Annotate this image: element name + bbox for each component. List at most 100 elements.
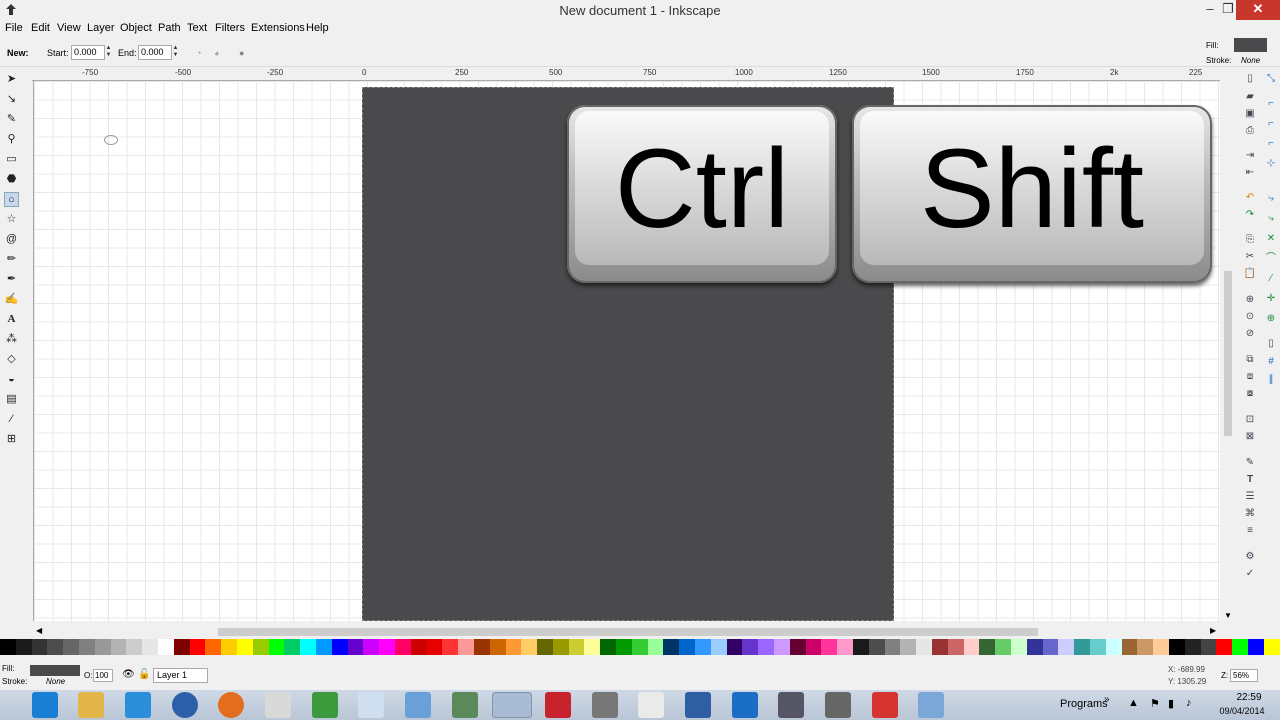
- palette-swatch[interactable]: [252, 639, 269, 655]
- copy-icon[interactable]: ⎘: [1243, 233, 1257, 247]
- palette-swatch[interactable]: [1232, 639, 1248, 655]
- palette-swatch[interactable]: [205, 639, 222, 655]
- palette-swatch[interactable]: [347, 639, 364, 655]
- app-taskbar-icon[interactable]: [918, 692, 944, 718]
- palette-swatch[interactable]: [363, 639, 380, 655]
- palette-swatch[interactable]: [142, 639, 158, 655]
- menu-layer[interactable]: Layer: [87, 22, 115, 34]
- hp-taskbar-icon[interactable]: [172, 692, 198, 718]
- palette-swatch[interactable]: [236, 639, 253, 655]
- menu-help[interactable]: Help: [306, 22, 329, 34]
- clone-icon[interactable]: ⧈: [1243, 370, 1257, 384]
- palette-swatch[interactable]: [1137, 639, 1154, 655]
- palette-swatch[interactable]: [410, 639, 427, 655]
- palette-swatch[interactable]: [552, 639, 569, 655]
- palette-swatch[interactable]: [821, 639, 838, 655]
- shift-key-image[interactable]: Shift: [852, 105, 1212, 283]
- save-icon[interactable]: ▣: [1243, 107, 1257, 121]
- palette-swatch[interactable]: [1184, 639, 1201, 655]
- palette-swatch[interactable]: [379, 639, 395, 655]
- preferences-icon[interactable]: ⚙: [1243, 550, 1257, 564]
- pen-tool-icon[interactable]: ✒: [4, 272, 19, 287]
- snap-line-mid-icon[interactable]: ⁄: [1264, 272, 1278, 286]
- palette-swatch[interactable]: [442, 639, 459, 655]
- hide-layer-icon[interactable]: 👁: [122, 669, 135, 680]
- import-icon[interactable]: ⇥: [1243, 149, 1257, 163]
- palette-swatch[interactable]: [884, 639, 901, 655]
- palette-swatch[interactable]: [315, 639, 332, 655]
- start-input[interactable]: 0.000: [71, 45, 105, 60]
- palette-swatch[interactable]: [584, 639, 601, 655]
- snap-intersection-icon[interactable]: ✕: [1264, 232, 1278, 246]
- palette-swatch[interactable]: [1121, 639, 1138, 655]
- zoom-selection-icon[interactable]: ⊕: [1243, 293, 1257, 307]
- menu-edit[interactable]: Edit: [31, 22, 50, 34]
- snap-center-icon[interactable]: ✛: [1264, 292, 1278, 306]
- palette-swatch[interactable]: [853, 639, 869, 655]
- duplicate-icon[interactable]: ⧉: [1243, 353, 1257, 367]
- horizontal-scroll-thumb[interactable]: [218, 628, 1038, 636]
- spiral-tool-icon[interactable]: @: [4, 232, 19, 247]
- snap-midpoint-icon[interactable]: ⊹: [1264, 157, 1278, 171]
- palette-swatch[interactable]: [473, 639, 490, 655]
- snap-nodes-icon[interactable]: ⤷: [1264, 192, 1278, 206]
- palette-swatch[interactable]: [726, 639, 743, 655]
- palette-swatch[interactable]: [537, 639, 553, 655]
- fill-stroke-icon[interactable]: ✎: [1243, 456, 1257, 470]
- dropper-tool-icon[interactable]: ⁄: [4, 412, 19, 427]
- connector-tool-icon[interactable]: ⊞: [4, 432, 19, 447]
- snap-enable-icon[interactable]: ⤡: [1264, 72, 1278, 86]
- snap-grid-icon[interactable]: #: [1264, 355, 1278, 369]
- clock-time[interactable]: 22:59: [1224, 692, 1274, 703]
- app-taskbar-icon[interactable]: [405, 692, 431, 718]
- palette-swatch[interactable]: [774, 639, 790, 655]
- palette-swatch[interactable]: [758, 639, 775, 655]
- palette-swatch[interactable]: [268, 639, 285, 655]
- palette-swatch[interactable]: [331, 639, 348, 655]
- app-taskbar-icon[interactable]: [778, 692, 804, 718]
- snap-bbox-corner-icon[interactable]: ⌐: [1264, 137, 1278, 151]
- palette-swatch[interactable]: [394, 639, 411, 655]
- menu-extensions[interactable]: Extensions: [251, 22, 305, 34]
- palette-swatch[interactable]: [15, 639, 32, 655]
- vertical-ruler[interactable]: [22, 81, 34, 621]
- firefox-taskbar-icon[interactable]: [218, 692, 244, 718]
- vertical-scrollbar[interactable]: ▼: [1220, 81, 1238, 627]
- app-taskbar-icon[interactable]: [312, 692, 338, 718]
- eraser-tool-icon[interactable]: ◇: [4, 352, 19, 367]
- palette-swatch[interactable]: [947, 639, 964, 655]
- selector-tool-icon[interactable]: ➤: [4, 72, 19, 87]
- palette-swatch[interactable]: [458, 639, 474, 655]
- menu-filters[interactable]: Filters: [215, 22, 245, 34]
- show-hidden-icons-icon[interactable]: »: [1104, 694, 1110, 705]
- unlink-clone-icon[interactable]: ⧇: [1243, 387, 1257, 401]
- text-font-icon[interactable]: T: [1243, 473, 1257, 487]
- palette-swatch[interactable]: [932, 639, 948, 655]
- color-palette[interactable]: [0, 639, 1280, 655]
- palette-swatch[interactable]: [505, 639, 522, 655]
- 3d-box-tool-icon[interactable]: ⬣: [4, 172, 19, 187]
- palette-swatch[interactable]: [78, 639, 95, 655]
- drawing-canvas[interactable]: Ctrl Shift: [34, 81, 1220, 621]
- palette-swatch[interactable]: [995, 639, 1011, 655]
- fill-swatch[interactable]: [1234, 38, 1267, 52]
- paste-icon[interactable]: 📋: [1243, 267, 1257, 281]
- palette-swatch[interactable]: [916, 639, 933, 655]
- palette-swatch[interactable]: [789, 639, 806, 655]
- vertical-scroll-thumb[interactable]: [1224, 271, 1232, 436]
- document-properties-icon[interactable]: ✓: [1243, 567, 1257, 581]
- palette-swatch[interactable]: [631, 639, 648, 655]
- new-document-icon[interactable]: ▯: [1243, 72, 1257, 86]
- star-tool-icon[interactable]: ☆: [4, 212, 19, 227]
- palette-swatch[interactable]: [679, 639, 696, 655]
- app-taskbar-icon[interactable]: [685, 692, 711, 718]
- tray-up-icon[interactable]: ▲: [1128, 697, 1139, 709]
- palette-swatch[interactable]: [1074, 639, 1090, 655]
- arc-closed-icon[interactable]: ◕: [214, 48, 219, 58]
- palette-swatch[interactable]: [94, 639, 111, 655]
- text-tool-icon[interactable]: A: [4, 312, 19, 327]
- tweak-tool-icon[interactable]: ✎: [4, 112, 19, 127]
- align-icon[interactable]: ≡: [1243, 524, 1257, 538]
- app-taskbar-icon[interactable]: [545, 692, 571, 718]
- zoom-input[interactable]: 56%: [1230, 669, 1258, 682]
